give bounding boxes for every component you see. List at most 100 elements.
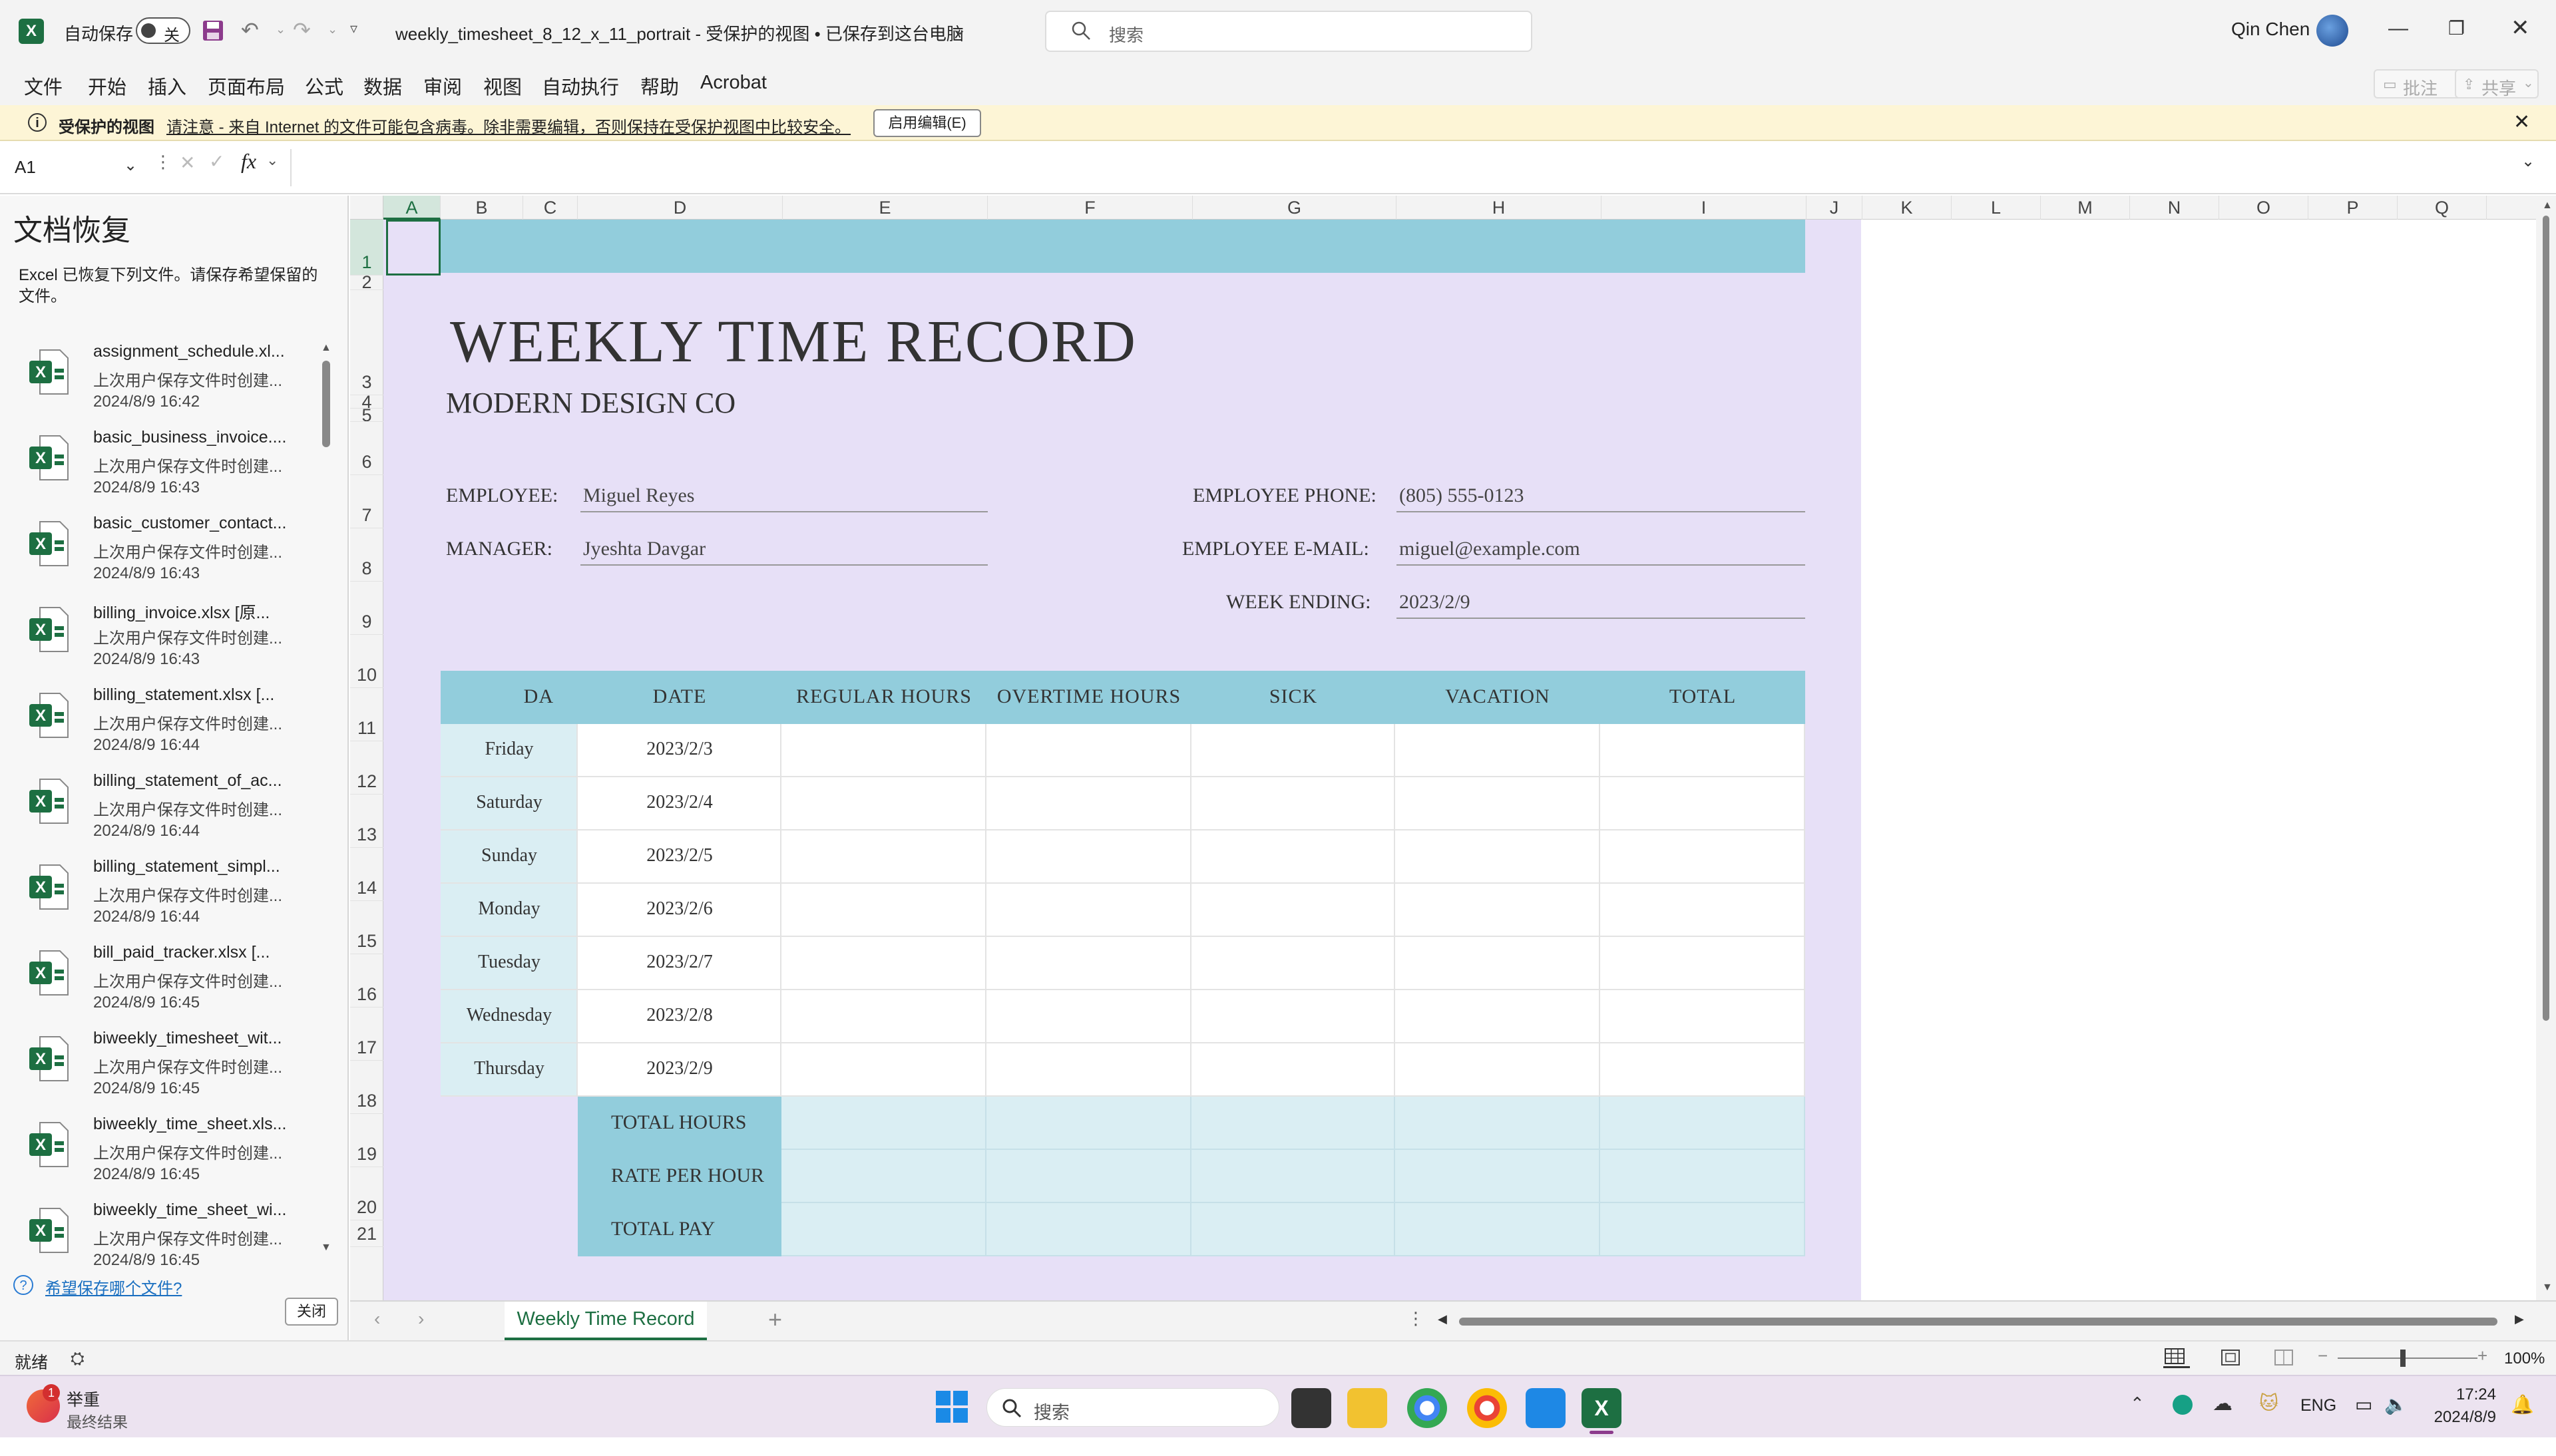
table-cell[interactable] — [986, 884, 1191, 937]
menu-data[interactable]: 数据 — [363, 72, 402, 100]
chrome-profile-icon[interactable] — [1467, 1388, 1507, 1428]
recovery-item[interactable]: Xbill_paid_tracker.xlsx [... 上次用户保存文件时创建.… — [0, 939, 326, 1025]
column-header[interactable]: H — [1396, 196, 1601, 220]
table-cell[interactable] — [1395, 830, 1600, 884]
vscroll-down-icon[interactable]: ▼ — [2542, 1282, 2553, 1294]
taskbar-search[interactable]: 搜索 — [986, 1388, 1279, 1427]
recovery-item[interactable]: Xbilling_statement_of_ac... 上次用户保存文件时创建..… — [0, 767, 326, 854]
fx-chevron-icon[interactable]: ⌄ — [266, 152, 278, 169]
summary-cell[interactable] — [1395, 1097, 1600, 1150]
zoom-level[interactable]: 100% — [2504, 1350, 2545, 1368]
table-cell[interactable] — [781, 990, 986, 1043]
table-cell[interactable] — [1395, 884, 1600, 937]
table-cell[interactable] — [781, 937, 986, 990]
table-cell[interactable] — [986, 830, 1191, 884]
task-view-icon[interactable] — [1291, 1388, 1331, 1428]
redo-dropdown-icon[interactable]: ⌄ — [327, 23, 337, 37]
column-header[interactable]: D — [578, 196, 783, 220]
row-header[interactable]: 21 — [350, 1220, 383, 1247]
menu-help[interactable]: 帮助 — [640, 72, 679, 100]
summary-cell[interactable] — [986, 1150, 1191, 1203]
chrome-icon[interactable] — [1407, 1388, 1447, 1428]
onedrive-icon[interactable]: ☁ — [2213, 1392, 2233, 1415]
undo-dropdown-icon[interactable]: ⌄ — [276, 23, 286, 37]
display-icon[interactable]: ▭ — [2355, 1393, 2372, 1415]
column-header[interactable]: I — [1601, 196, 1807, 220]
summary-cell[interactable] — [1600, 1203, 1805, 1256]
zoom-slider-thumb[interactable] — [2400, 1350, 2406, 1367]
row-header[interactable]: 3 — [350, 290, 383, 395]
normal-view-icon[interactable] — [2163, 1347, 2190, 1368]
row-header[interactable]: 11 — [350, 688, 383, 741]
tray-app-icon[interactable] — [2173, 1395, 2193, 1415]
row-header[interactable]: 19 — [350, 1114, 383, 1167]
row-header[interactable]: 14 — [350, 848, 383, 901]
select-all-corner[interactable] — [350, 196, 383, 220]
column-header[interactable]: J — [1807, 196, 1862, 220]
column-header[interactable]: P — [2308, 196, 2398, 220]
user-name[interactable]: Qin Chen — [2231, 19, 2310, 40]
hscroll-thumb[interactable] — [1459, 1318, 2497, 1326]
vscode-icon[interactable] — [1526, 1388, 1566, 1428]
summary-cell[interactable] — [781, 1150, 986, 1203]
hscroll-right-icon[interactable]: ▶ — [2515, 1312, 2524, 1326]
zoom-in-icon[interactable]: + — [2477, 1346, 2487, 1366]
enable-editing-button[interactable]: 启用编辑(E) — [873, 109, 981, 137]
close-recovery-button[interactable]: 关闭 — [285, 1298, 338, 1326]
table-cell[interactable] — [781, 884, 986, 937]
formula-input[interactable] — [290, 149, 2513, 186]
next-sheet-icon[interactable]: › — [418, 1308, 424, 1330]
table-cell[interactable] — [986, 724, 1191, 777]
row-header[interactable]: 10 — [350, 635, 383, 688]
table-cell[interactable] — [1395, 937, 1600, 990]
tray-cat-icon[interactable]: 🐱 — [2259, 1392, 2278, 1414]
accessibility-icon[interactable]: ⛭ — [71, 1348, 85, 1369]
language-indicator[interactable]: ENG — [2300, 1396, 2336, 1415]
row-header[interactable]: 18 — [350, 1061, 383, 1114]
enter-icon[interactable]: ✓ — [209, 150, 224, 172]
table-cell[interactable] — [1191, 990, 1395, 1043]
more-vertical-icon[interactable]: ⋮ — [154, 152, 172, 172]
table-cell[interactable] — [1191, 724, 1395, 777]
avatar[interactable] — [2316, 15, 2348, 47]
menu-formulas[interactable]: 公式 — [305, 72, 343, 100]
sheet-tab-weekly-time-record[interactable]: Weekly Time Record — [505, 1302, 707, 1340]
clock-time[interactable]: 17:24 — [2423, 1385, 2496, 1404]
selected-cell-a1[interactable] — [386, 220, 441, 275]
scroll-up-icon[interactable]: ▲ — [321, 342, 331, 353]
summary-cell[interactable] — [1191, 1150, 1395, 1203]
column-header[interactable]: F — [988, 196, 1193, 220]
table-cell[interactable] — [1395, 1043, 1600, 1097]
summary-cell[interactable] — [1600, 1150, 1805, 1203]
table-cell[interactable] — [1600, 884, 1805, 937]
table-cell[interactable] — [781, 1043, 986, 1097]
row-header[interactable]: 12 — [350, 741, 383, 795]
page-layout-view-icon[interactable] — [2219, 1348, 2242, 1367]
expand-formula-icon[interactable]: ⌄ — [2521, 152, 2535, 171]
recovery-item[interactable]: Xbiweekly_time_sheet_wi... 上次用户保存文件时创建...… — [0, 1196, 326, 1283]
table-cell[interactable] — [986, 937, 1191, 990]
table-cell[interactable] — [1191, 884, 1395, 937]
summary-cell[interactable] — [986, 1203, 1191, 1256]
summary-cell[interactable] — [781, 1203, 986, 1256]
row-header[interactable]: 8 — [350, 528, 383, 582]
table-cell[interactable] — [1191, 1043, 1395, 1097]
summary-cell[interactable] — [1191, 1203, 1395, 1256]
column-header[interactable]: M — [2041, 196, 2130, 220]
column-header[interactable]: C — [523, 196, 578, 220]
table-cell[interactable] — [986, 777, 1191, 830]
row-header[interactable]: 16 — [350, 954, 383, 1007]
column-header[interactable]: O — [2219, 196, 2308, 220]
hscroll-left-icon[interactable]: ◀ — [1438, 1312, 1447, 1326]
zoom-slider-track[interactable] — [2338, 1358, 2477, 1359]
name-box[interactable]: A1 ⌄ — [11, 153, 144, 181]
recovery-item[interactable]: Xbilling_invoice.xlsx [原... 上次用户保存文件时创建..… — [0, 596, 326, 682]
start-icon[interactable] — [935, 1389, 969, 1424]
search-box[interactable]: 搜索 — [1045, 11, 1532, 52]
table-cell[interactable] — [1600, 777, 1805, 830]
summary-cell[interactable] — [1600, 1097, 1805, 1150]
vscroll-thumb[interactable] — [2543, 216, 2549, 1021]
row-header[interactable]: 15 — [350, 901, 383, 954]
close-bar-icon[interactable]: ✕ — [2513, 110, 2530, 134]
table-cell[interactable] — [1395, 724, 1600, 777]
